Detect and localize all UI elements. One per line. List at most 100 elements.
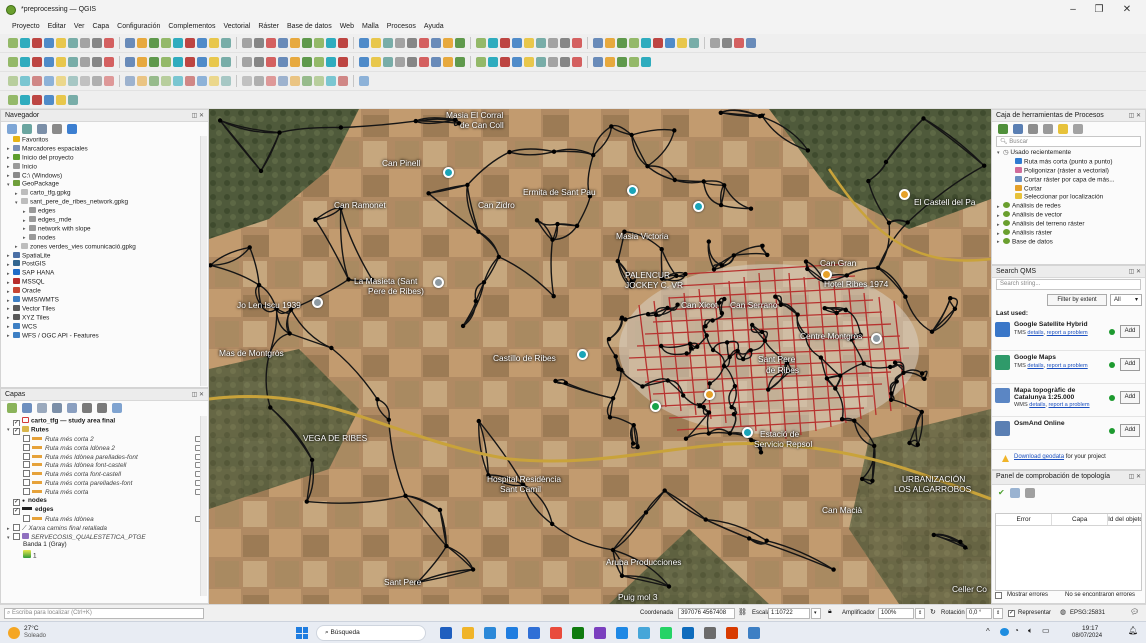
panel-close-icon[interactable]: ◫ ✕ bbox=[1129, 112, 1141, 119]
battery-icon[interactable]: ▭ bbox=[1042, 626, 1050, 635]
network-node[interactable] bbox=[919, 409, 924, 415]
scale-field[interactable]: 1:10722 bbox=[768, 608, 810, 619]
network-node[interactable] bbox=[659, 247, 664, 252]
mail-icon[interactable] bbox=[616, 627, 628, 639]
network-node[interactable] bbox=[704, 333, 709, 338]
toolbar-tool-icon[interactable] bbox=[419, 38, 429, 48]
network-node[interactable] bbox=[722, 183, 727, 188]
teams-icon[interactable] bbox=[572, 627, 584, 639]
network-node[interactable] bbox=[629, 132, 634, 138]
toolbar-tool-icon[interactable] bbox=[677, 38, 687, 48]
toolbar-tool-icon[interactable] bbox=[512, 38, 522, 48]
scripts-icon[interactable] bbox=[1013, 124, 1023, 134]
toolbar-tool-icon[interactable] bbox=[290, 38, 300, 48]
toolbar-tool-icon[interactable] bbox=[254, 57, 264, 67]
toolbar-tool-icon[interactable] bbox=[44, 94, 54, 105]
processing-group-item[interactable]: ▸ Análisis de vector bbox=[997, 211, 1145, 220]
menu-item[interactable]: Proyecto bbox=[8, 20, 44, 34]
network-node[interactable] bbox=[758, 450, 764, 455]
network-node[interactable] bbox=[773, 294, 778, 299]
network-node[interactable] bbox=[672, 128, 677, 133]
toolbar-tool-icon[interactable] bbox=[92, 57, 102, 67]
toolbar-tool-icon[interactable] bbox=[185, 38, 195, 48]
network-node[interactable] bbox=[338, 125, 344, 130]
weather-description[interactable]: Soleado bbox=[24, 633, 46, 639]
navigator-item[interactable]: ▸ PostGIS bbox=[7, 260, 208, 269]
toolbar-tool-icon[interactable] bbox=[221, 76, 231, 86]
toolbar-tool-icon[interactable] bbox=[209, 76, 219, 86]
toolbar-tool-icon[interactable] bbox=[8, 57, 18, 67]
toolbar-tool-icon[interactable] bbox=[68, 94, 78, 105]
messages-icon[interactable]: 💬︎ bbox=[1130, 608, 1139, 616]
network-node[interactable] bbox=[609, 124, 614, 129]
toolbar-tool-icon[interactable] bbox=[149, 57, 159, 67]
network-node[interactable] bbox=[277, 130, 282, 135]
map-canvas[interactable]: Masia El Corral de Can Coll Can Pinell Ermi… bbox=[209, 109, 991, 604]
qms-service-item[interactable]: Mapa topogràfic de Catalunya 1:25.000 WMS… bbox=[992, 384, 1145, 417]
crs-globe-icon[interactable]: ◍ bbox=[1060, 608, 1066, 616]
navigator-item[interactable]: ▸ WMS/WMTS bbox=[7, 296, 208, 305]
menu-item[interactable]: Ver bbox=[70, 20, 89, 34]
network-node[interactable] bbox=[551, 149, 557, 154]
toolbar-tool-icon[interactable] bbox=[137, 38, 147, 48]
poi-marker-icon[interactable] bbox=[627, 185, 638, 196]
network-node[interactable] bbox=[741, 356, 746, 362]
toolbar-tool-icon[interactable] bbox=[68, 38, 78, 48]
poi-marker-icon[interactable] bbox=[312, 297, 323, 308]
navigator-item[interactable]: Favoritos bbox=[7, 136, 208, 145]
network-node[interactable] bbox=[683, 436, 689, 441]
poi-marker-icon[interactable] bbox=[871, 333, 882, 344]
network-node[interactable] bbox=[805, 266, 810, 272]
edit-features-icon[interactable] bbox=[1058, 124, 1068, 134]
details-link[interactable]: details bbox=[1029, 402, 1045, 408]
download-geodata-link[interactable]: Download geodata bbox=[1014, 454, 1064, 460]
toolbar-tool-icon[interactable] bbox=[32, 38, 42, 48]
network-node[interactable] bbox=[665, 378, 670, 383]
toolbar-tool-icon[interactable] bbox=[278, 57, 288, 67]
toolbar-tool-icon[interactable] bbox=[605, 57, 615, 67]
network-node[interactable] bbox=[872, 443, 877, 449]
network-node[interactable] bbox=[645, 164, 650, 169]
toolbar-tool-icon[interactable] bbox=[383, 57, 393, 67]
onedrive-icon[interactable] bbox=[1000, 628, 1009, 636]
network-node[interactable] bbox=[778, 302, 783, 307]
layer-item[interactable]: Ruta més corta bbox=[7, 488, 208, 497]
network-node[interactable] bbox=[919, 371, 925, 376]
layer-item[interactable]: ✓ ● nodes bbox=[7, 497, 208, 506]
toolbar-tool-icon[interactable] bbox=[629, 38, 639, 48]
toolbar-tool-icon[interactable] bbox=[173, 38, 183, 48]
network-node[interactable] bbox=[706, 431, 711, 436]
toolbar-tool-icon[interactable] bbox=[92, 76, 102, 86]
edge-icon[interactable] bbox=[484, 627, 496, 639]
processing-algorithm-item[interactable]: Cortar ráster por capa de más... bbox=[997, 175, 1145, 185]
qms-service-item[interactable]: OsmAnd Online Add bbox=[992, 417, 1145, 450]
minimize-button[interactable]: – bbox=[1062, 3, 1084, 17]
network-node[interactable] bbox=[716, 300, 722, 305]
filter-by-extent-button[interactable]: Filter by extent bbox=[1047, 294, 1107, 306]
network-node[interactable] bbox=[748, 348, 753, 353]
qms-service-item[interactable]: Google Maps TMS details, report a problem… bbox=[992, 351, 1145, 384]
toolbar-tool-icon[interactable] bbox=[44, 57, 54, 67]
toolbar-tool-icon[interactable] bbox=[641, 57, 651, 67]
network-node[interactable] bbox=[643, 510, 649, 515]
toolbar-tool-icon[interactable] bbox=[548, 38, 558, 48]
menu-item[interactable]: Capa bbox=[88, 20, 113, 34]
network-node[interactable] bbox=[403, 493, 408, 498]
toggle-extents-icon[interactable]: ⛓︎ bbox=[738, 608, 747, 616]
network-node[interactable] bbox=[615, 258, 620, 264]
layer-visibility-checkbox[interactable]: ✓ bbox=[13, 499, 20, 506]
network-node[interactable] bbox=[591, 152, 596, 158]
network-node[interactable] bbox=[665, 305, 670, 311]
toolbar-tool-icon[interactable] bbox=[8, 94, 18, 105]
network-node[interactable] bbox=[901, 370, 906, 375]
network-node[interactable] bbox=[666, 584, 672, 589]
layer-visibility-checkbox[interactable] bbox=[23, 488, 30, 496]
network-node[interactable] bbox=[731, 412, 737, 417]
layer-item[interactable]: Ruta més corta parellades-font bbox=[7, 479, 208, 488]
network-node[interactable] bbox=[875, 265, 881, 270]
panel-close-icon[interactable]: ◫ ✕ bbox=[192, 112, 204, 119]
details-link[interactable]: details bbox=[1027, 363, 1043, 369]
network-node[interactable] bbox=[465, 182, 470, 188]
style-icon[interactable] bbox=[7, 403, 17, 413]
column-header-layer[interactable]: Capa bbox=[1052, 514, 1109, 525]
